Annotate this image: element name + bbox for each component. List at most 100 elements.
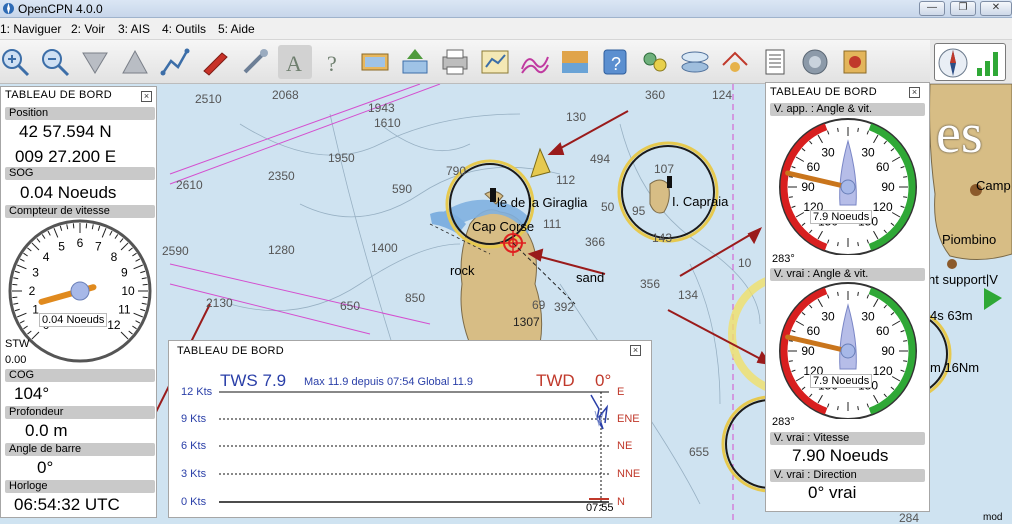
wind-tick <box>857 406 859 411</box>
toolbar: A ? ? <box>0 40 930 84</box>
menu-outils[interactable]: 4: Outils <box>162 22 206 36</box>
maximize-button[interactable]: ❐ <box>950 1 976 16</box>
speed-tick: 0 Kts <box>181 496 207 508</box>
panel-close-icon[interactable]: × <box>909 87 920 98</box>
depth-label: 95 <box>632 204 646 218</box>
stw-value: 0.00 <box>5 354 27 366</box>
speedo-tick-label: 7 <box>95 240 102 254</box>
zoom-out-icon[interactable] <box>38 45 72 79</box>
query-icon[interactable]: ? <box>318 45 352 79</box>
wind-tick <box>857 242 859 247</box>
speedo-tick-label: 9 <box>121 266 128 280</box>
wind-tick-label: 120 <box>873 364 893 378</box>
panel-close-icon[interactable]: × <box>141 91 152 102</box>
depth-label: 10 <box>738 256 752 270</box>
depth-label: 392 <box>554 300 575 314</box>
ship-icon[interactable] <box>198 45 232 79</box>
print-icon[interactable] <box>438 45 472 79</box>
minimize-button[interactable]: — <box>919 1 945 16</box>
panel-close-icon[interactable]: × <box>630 345 641 356</box>
svg-text:?: ? <box>327 51 337 76</box>
depth-label: 1280 <box>268 243 295 257</box>
cog-caption: COG <box>5 369 155 382</box>
measure-icon[interactable] <box>718 45 752 79</box>
zoom-in-icon[interactable] <box>0 45 32 79</box>
true-wind-caption: V. vrai : Angle & vit. <box>770 268 925 281</box>
wind-hub <box>840 343 856 359</box>
depth-label: 50 <box>601 200 615 214</box>
scale-up-icon[interactable] <box>118 45 152 79</box>
depth-label: 1307 <box>513 315 540 329</box>
layers-icon[interactable] <box>398 45 432 79</box>
tides-icon[interactable] <box>518 45 552 79</box>
true-wind-gauge: 303060609090120120150150 <box>779 282 917 419</box>
menu-voir[interactable]: 2: Voir <box>71 22 105 36</box>
info-icon[interactable]: ? <box>598 45 632 79</box>
depth-label: 2610 <box>176 178 203 192</box>
wind-tick-label: 60 <box>807 324 821 338</box>
ais-target-icon <box>530 147 551 178</box>
wind-tick <box>788 360 793 362</box>
dashboard-left-panel: TABLEAU DE BORD × Position 42 57.594 N 0… <box>0 86 157 518</box>
chart-info-icon[interactable] <box>558 45 592 79</box>
panel-title: TABLEAU DE BORD <box>5 89 112 101</box>
depth-label: 134 <box>678 288 699 302</box>
tide-station-icon[interactable] <box>638 45 672 79</box>
label-rock: rock <box>450 263 475 278</box>
depth-label: 1400 <box>371 241 398 255</box>
direction-tick: NE <box>617 440 633 452</box>
depth-label: 2590 <box>162 244 189 258</box>
depth-label: 1950 <box>328 151 355 165</box>
speedo-tick-label: 5 <box>58 240 65 254</box>
menu-aide[interactable]: 5: Aide <box>218 22 255 36</box>
compass-status-box[interactable] <box>934 43 1006 81</box>
close-button[interactable]: ✕ <box>980 1 1012 16</box>
depth-label: 111 <box>543 217 562 231</box>
menu-ais[interactable]: 3: AIS <box>118 22 150 36</box>
route-manager-icon[interactable] <box>478 45 512 79</box>
wind-tick <box>837 291 839 296</box>
wind-tick-label: 90 <box>881 180 895 194</box>
depth-label: 494 <box>590 152 611 166</box>
speedo-tick-label: 4 <box>43 250 50 264</box>
wind-tick-label: 60 <box>807 160 821 174</box>
label-cap-corse: Cap Corse <box>472 219 535 234</box>
ais-icon[interactable] <box>798 45 832 79</box>
speedo-tick-label: 2 <box>29 284 36 298</box>
depth-label: 143 <box>652 231 673 245</box>
true-speed-value: 7.90 Noeuds <box>792 446 889 465</box>
speedo-tick-label: 6 <box>77 236 84 250</box>
wind-tick <box>903 176 908 178</box>
svg-text:A: A <box>286 51 302 76</box>
track-icon[interactable] <box>358 45 392 79</box>
scale-down-icon[interactable] <box>78 45 112 79</box>
label-camp: Camp <box>976 178 1011 193</box>
currents-icon[interactable] <box>678 45 712 79</box>
speedo-tick-label: 3 <box>32 266 39 280</box>
tws-stats: Max 11.9 depuis 07:54 Global 11.9 <box>304 376 473 388</box>
notes-icon[interactable] <box>758 45 792 79</box>
wind-tick <box>903 360 908 362</box>
label-distance-2: m 16Nm <box>930 360 980 375</box>
wind-tick-label: 90 <box>881 344 895 358</box>
route-icon[interactable] <box>158 45 192 79</box>
cog-value: 104° <box>14 384 50 403</box>
true-wind-direction: 283° <box>772 416 795 428</box>
wind-tick <box>903 196 908 198</box>
wind-tick <box>837 406 839 411</box>
longitude-value: 009 27.200 E <box>15 147 117 166</box>
maps-icon[interactable] <box>838 45 872 79</box>
label-region-big: es <box>936 103 983 165</box>
settings-icon[interactable] <box>238 45 272 79</box>
depth-label: 2130 <box>206 296 233 310</box>
menu-naviguer[interactable]: 1: Naviguer <box>0 22 61 36</box>
lighthouse-icon <box>490 188 496 202</box>
wind-tick-label: 30 <box>821 309 835 323</box>
text-tool-icon[interactable]: A <box>278 45 312 79</box>
apparent-wind-direction: 283° <box>772 253 795 265</box>
wind-tick-label: 90 <box>801 180 815 194</box>
apparent-wind-gauge: 303060609090120120150150 <box>779 118 917 255</box>
apparent-wind-caption: V. app. : Angle & vit. <box>770 103 925 116</box>
speedo-tick-label: 10 <box>121 284 135 298</box>
depth-label: 650 <box>340 299 361 313</box>
